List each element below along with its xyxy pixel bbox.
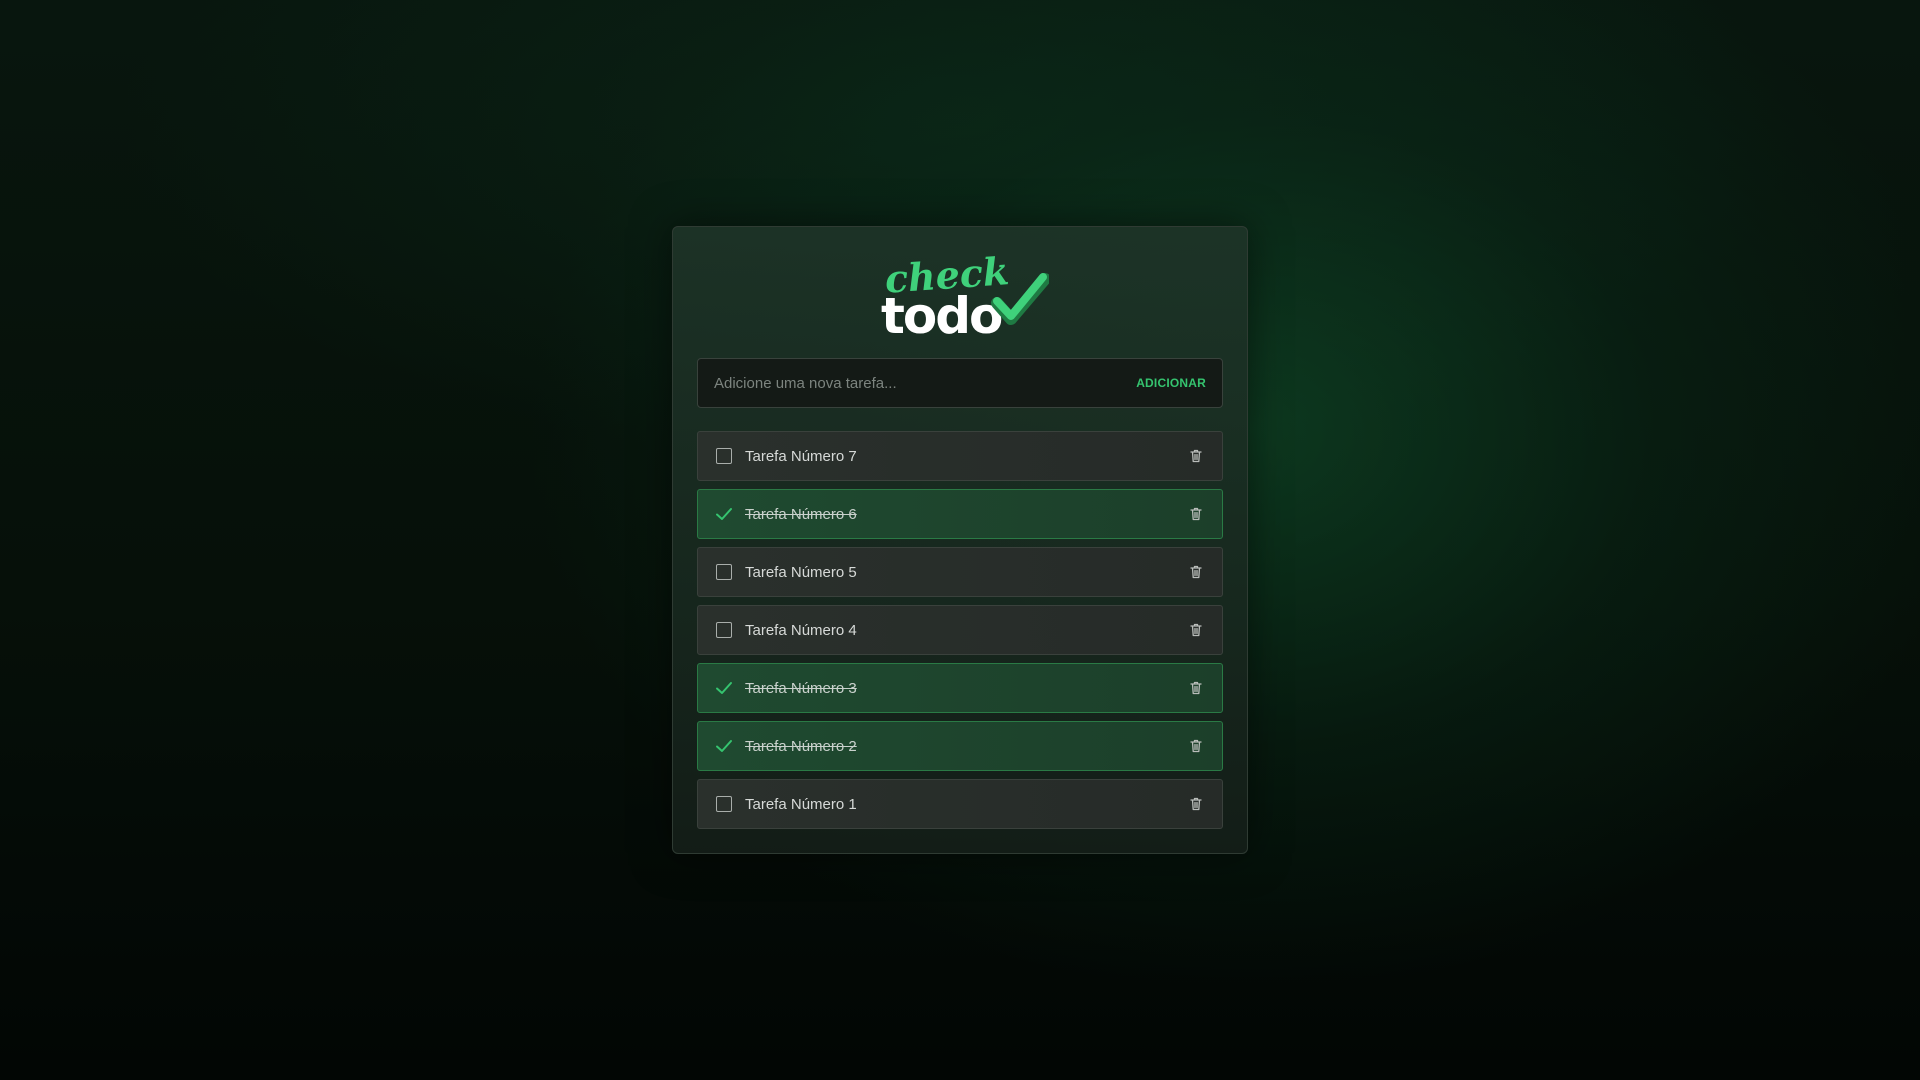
task-label: Tarefa Número 7 bbox=[745, 447, 857, 465]
trash-icon[interactable] bbox=[1188, 738, 1204, 754]
task-label: Tarefa Número 3 bbox=[745, 679, 857, 697]
trash-icon[interactable] bbox=[1188, 622, 1204, 638]
task-item: Tarefa Número 7 bbox=[697, 431, 1223, 481]
new-task-input[interactable] bbox=[698, 359, 1121, 407]
task-item: Tarefa Número 5 bbox=[697, 547, 1223, 597]
check-todo-logo: check todo bbox=[879, 249, 1049, 341]
task-item: Tarefa Número 6 bbox=[697, 489, 1223, 539]
add-task-button[interactable]: ADICIONAR bbox=[1120, 359, 1222, 407]
task-item: Tarefa Número 2 bbox=[697, 721, 1223, 771]
checkbox-empty-icon[interactable] bbox=[716, 622, 732, 638]
task-item: Tarefa Número 3 bbox=[697, 663, 1223, 713]
trash-icon[interactable] bbox=[1188, 564, 1204, 580]
trash-icon[interactable] bbox=[1188, 680, 1204, 696]
logo-bottom-word: todo bbox=[881, 287, 1002, 341]
trash-icon[interactable] bbox=[1188, 506, 1204, 522]
task-label: Tarefa Número 2 bbox=[745, 737, 857, 755]
task-label: Tarefa Número 1 bbox=[745, 795, 857, 813]
trash-icon[interactable] bbox=[1188, 796, 1204, 812]
task-item: Tarefa Número 1 bbox=[697, 779, 1223, 829]
new-task-form: ADICIONAR bbox=[697, 358, 1223, 408]
checkbox-empty-icon[interactable] bbox=[716, 796, 732, 812]
checkbox-empty-icon[interactable] bbox=[716, 448, 732, 464]
trash-icon[interactable] bbox=[1188, 448, 1204, 464]
task-list: Tarefa Número 7 Tarefa Número 6 Tarefa N… bbox=[697, 431, 1223, 837]
task-item: Tarefa Número 4 bbox=[697, 605, 1223, 655]
task-label: Tarefa Número 6 bbox=[745, 505, 857, 523]
task-label: Tarefa Número 4 bbox=[745, 621, 857, 639]
todo-card: check todo ADICIONAR Tarefa Número 7 Tar… bbox=[672, 226, 1248, 854]
task-label: Tarefa Número 5 bbox=[745, 563, 857, 581]
check-icon[interactable] bbox=[715, 680, 733, 696]
checkbox-empty-icon[interactable] bbox=[716, 564, 732, 580]
check-icon[interactable] bbox=[715, 738, 733, 754]
check-icon[interactable] bbox=[715, 506, 733, 522]
